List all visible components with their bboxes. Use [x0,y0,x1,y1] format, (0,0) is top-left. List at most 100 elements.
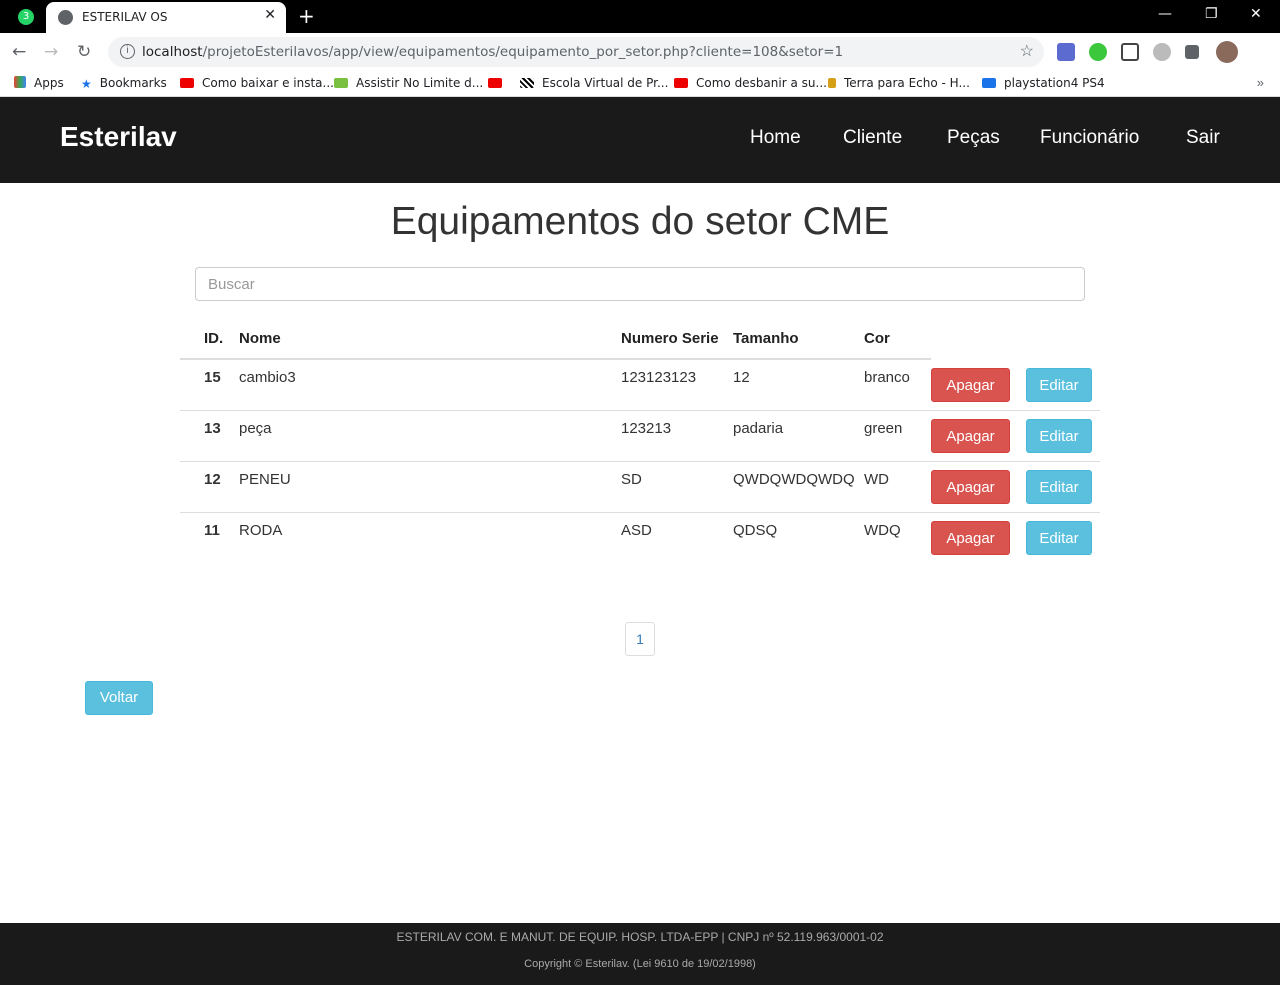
header-tamanho: Tamanho [733,325,864,360]
cell-numero-serie: SD [621,460,733,512]
bookmark-apps[interactable]: Apps [14,76,64,90]
cell-edit: Editar [1026,409,1100,461]
flag-icon [520,78,534,88]
table-row: 12 PENEU SD QWDQWDQWDQ WD Apagar Editar [180,460,1100,512]
cell-delete: Apagar [931,409,1026,461]
cell-edit: Editar [1026,358,1100,410]
bookmark-star-icon[interactable]: ☆ [1020,41,1034,61]
nav-home[interactable]: Home [750,127,801,149]
delete-button[interactable]: Apagar [931,520,1010,555]
extension-icon[interactable] [1089,43,1107,61]
cell-nome: cambio3 [239,358,621,410]
cell-cor: WDQ [864,511,931,563]
cell-delete: Apagar [931,358,1026,410]
edit-button[interactable]: Editar [1026,520,1092,555]
apps-grid-icon [14,76,26,88]
brand-logo[interactable]: Esterilav [60,121,177,153]
bookmark-folder[interactable]: ★ Bookmarks [81,76,167,91]
play-icon [334,78,348,88]
more-bookmarks-icon[interactable]: » [1257,75,1264,90]
cell-id: 12 [180,460,239,512]
bookmark-item[interactable] [488,76,510,90]
tab-title: ESTERILAV OS [82,10,168,24]
bookmark-item[interactable]: Escola Virtual de Pr... [520,76,668,90]
cell-delete: Apagar [931,460,1026,512]
cell-numero-serie: 123123123 [621,358,733,410]
equipment-table: ID. Nome Numero Serie Tamanho Cor 15 cam… [180,325,1100,563]
cell-edit: Editar [1026,511,1100,563]
address-bar[interactable]: i localhost/projetoEsterilavos/app/view/… [108,37,1044,67]
pagination-page-1[interactable]: 1 [625,622,655,656]
bookmark-item[interactable]: Como desbanir a su... [674,76,827,90]
restore-icon[interactable]: ❐ [1205,6,1218,22]
cell-cor: green [864,409,931,461]
screenshot-icon[interactable] [1121,43,1139,61]
avatar[interactable] [1216,41,1238,63]
whatsapp-icon: 3 [18,9,34,25]
delete-button[interactable]: Apagar [931,469,1010,504]
table-row: 11 RODA ASD QDSQ WDQ Apagar Editar [180,511,1100,563]
nav-pecas[interactable]: Peças [947,127,1000,149]
cell-tamanho: QDSQ [733,511,864,563]
header-nome: Nome [239,325,621,360]
header-actions [1026,325,1100,359]
edit-button[interactable]: Editar [1026,469,1092,504]
star-icon: ★ [81,77,92,91]
forward-arrow-icon[interactable]: → [44,42,58,62]
cell-nome: peça [239,409,621,461]
info-icon[interactable]: i [120,44,135,59]
header-numero-serie: Numero Serie [621,325,733,360]
site-footer: ESTERILAV COM. E MANUT. DE EQUIP. HOSP. … [0,923,1280,985]
table-row: 15 cambio3 123123123 12 branco Apagar Ed… [180,358,1100,410]
window-close-icon[interactable]: ✕ [1250,6,1262,22]
table-row: 13 peça 123213 padaria green Apagar Edit… [180,409,1100,461]
cell-cor: WD [864,460,931,512]
header-actions [931,325,1026,359]
footer-copyright: Copyright © Esterilav. (Lei 9610 de 19/0… [524,958,756,970]
edit-button[interactable]: Editar [1026,418,1092,453]
back-arrow-icon[interactable]: ← [12,42,26,62]
cell-numero-serie: 123213 [621,409,733,461]
nav-sair[interactable]: Sair [1186,127,1220,149]
cell-id: 15 [180,358,239,410]
new-tab-button[interactable]: + [298,4,315,28]
globe-icon [58,10,73,25]
cell-nome: PENEU [239,460,621,512]
bookmark-item[interactable]: Terra para Echo - H... [828,76,970,90]
edit-button[interactable]: Editar [1026,368,1092,402]
cell-numero-serie: ASD [621,511,733,563]
bookmarks-bar: Apps ★ Bookmarks Como baixar e insta... A… [0,71,1280,97]
globe-extension-icon[interactable] [1153,43,1171,61]
cell-tamanho: padaria [733,409,864,461]
minimize-icon[interactable]: — [1158,6,1172,22]
bookmark-item[interactable]: Como baixar e insta... [180,76,334,90]
delete-button[interactable]: Apagar [931,368,1010,402]
nav-funcionario[interactable]: Funcionário [1040,127,1139,149]
bookmark-item[interactable]: playstation4 PS4 [982,76,1105,90]
browser-tab-bar: 3 ESTERILAV OS ✕ + — ❐ ✕ [0,0,1280,33]
cell-id: 11 [180,511,239,563]
delete-button[interactable]: Apagar [931,418,1010,453]
active-tab[interactable]: ESTERILAV OS ✕ [46,2,286,33]
cell-tamanho: QWDQWDQWDQ [733,460,864,512]
cell-tamanho: 12 [733,358,864,410]
youtube-icon [488,78,502,88]
pinned-tab-whatsapp[interactable]: 3 [10,7,38,27]
nav-cliente[interactable]: Cliente [843,127,902,149]
search-input[interactable] [195,267,1085,301]
footer-company: ESTERILAV COM. E MANUT. DE EQUIP. HOSP. … [396,930,884,944]
browser-toolbar: ← → ↻ i localhost/projetoEsterilavos/app… [0,33,1280,71]
reload-icon[interactable]: ↻ [77,42,91,62]
back-button[interactable]: Voltar [85,681,153,715]
cell-delete: Apagar [931,511,1026,563]
extension-icon[interactable] [1057,43,1075,61]
trophy-icon [828,78,836,88]
cell-cor: branco [864,358,931,410]
url-text[interactable]: localhost/projetoEsterilavos/app/view/eq… [142,44,843,60]
header-id: ID. [180,325,239,360]
tab-close-icon[interactable]: ✕ [264,7,276,23]
puzzle-icon[interactable] [1185,45,1199,59]
bookmark-item[interactable]: Assistir No Limite d... [334,76,483,90]
table-header-row: ID. Nome Numero Serie Tamanho Cor [180,325,1100,360]
page-title: Equipamentos do setor CME [390,200,890,243]
